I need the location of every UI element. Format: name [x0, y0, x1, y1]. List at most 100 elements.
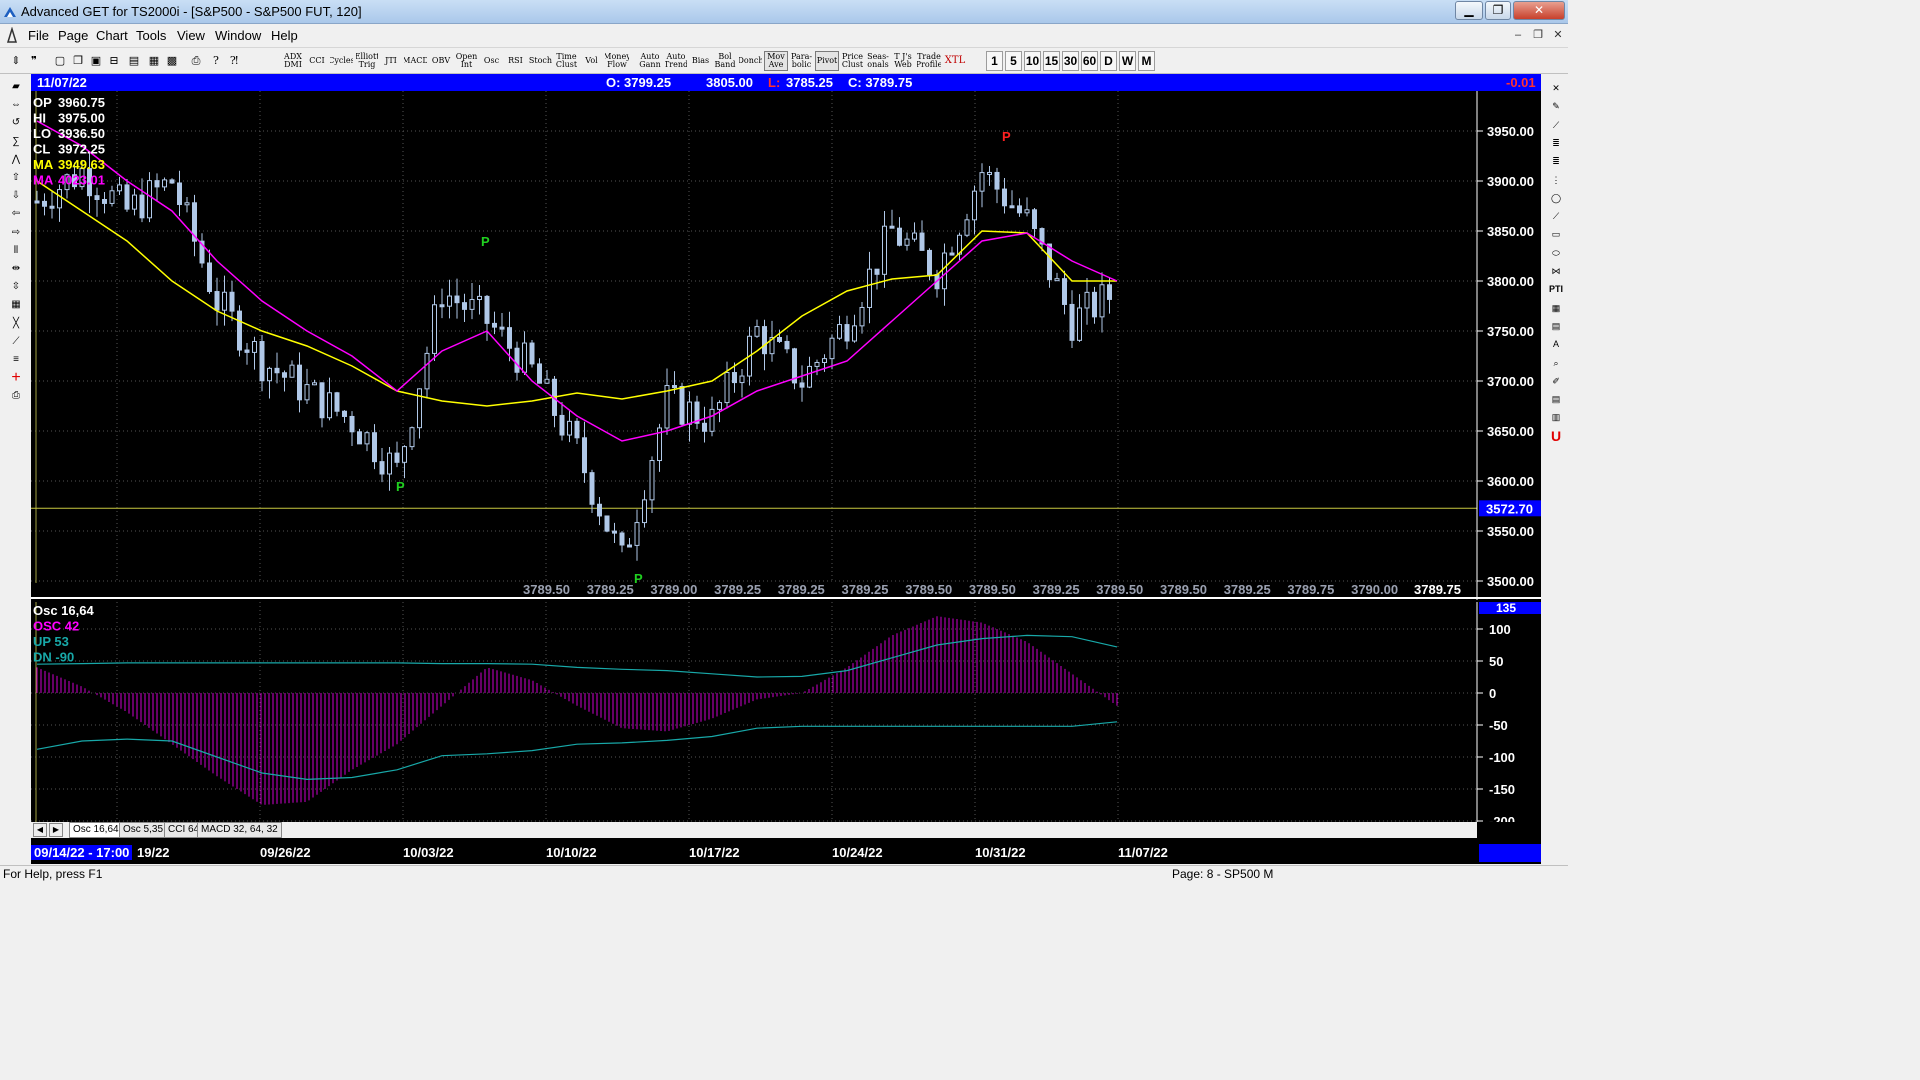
study-button[interactable]: Osc — [480, 51, 503, 71]
study-button[interactable]: XTL — [943, 51, 967, 71]
print-icon[interactable]: ⎙ — [4, 387, 28, 404]
study-button[interactable]: Auto Trend — [664, 51, 688, 71]
arrows-icon[interactable]: ⇔ — [4, 96, 28, 113]
u-tool-icon[interactable]: U — [1546, 428, 1566, 444]
study-button[interactable]: JTI — [380, 51, 402, 71]
study-button[interactable]: Price Clust — [840, 51, 865, 71]
menu-help[interactable]: Help — [271, 28, 298, 43]
study-button[interactable]: Time Clust — [554, 51, 579, 71]
study-button[interactable]: CCI — [306, 51, 328, 71]
tab-next-button[interactable]: ▶ — [49, 823, 63, 837]
timeframe-button[interactable]: 15 — [1043, 51, 1060, 71]
study-button[interactable]: OBV — [429, 51, 453, 71]
maximize-button[interactable]: ❐ — [1485, 1, 1511, 20]
timeframe-button[interactable]: 1 — [986, 51, 1003, 71]
timeframe-button[interactable]: 60 — [1081, 51, 1098, 71]
table-icon[interactable]: ▦ — [4, 296, 28, 313]
study-icon[interactable]: ∑ — [4, 133, 28, 150]
tab-prev-button[interactable]: ◀ — [33, 823, 47, 837]
left-arrow-icon[interactable]: ⇦ — [4, 205, 28, 222]
minimize-button[interactable]: ▁ — [1455, 1, 1483, 20]
fib-icon[interactable]: ≡ — [4, 351, 28, 368]
layout-icon[interactable]: ▤ — [126, 51, 142, 71]
document-icon[interactable] — [6, 27, 20, 43]
study-button[interactable]: Para- bolic — [789, 51, 814, 71]
fib-ext-icon[interactable]: ≣ — [1546, 153, 1566, 169]
compress-icon[interactable]: ⇳ — [4, 278, 28, 295]
mob-icon[interactable]: ▤ — [1546, 318, 1566, 334]
grid-tool-icon[interactable]: ▦ — [1546, 300, 1566, 316]
timeframe-button[interactable]: 10 — [1024, 51, 1041, 71]
menu-page[interactable]: Page — [58, 28, 88, 43]
pti-icon[interactable]: PTI — [1546, 281, 1566, 297]
menu-chart[interactable]: Chart — [96, 28, 128, 43]
study-button[interactable]: Cycles — [329, 51, 354, 71]
mdi-restore-button[interactable]: ❐ — [1529, 27, 1547, 44]
study-button[interactable]: Open Int — [454, 51, 479, 71]
price-chart[interactable]: P P P P OP 3960.75 HI 3975.00 LO 3936.50 CL 3972.25… — [31, 91, 1541, 600]
timeframe-button[interactable]: W — [1119, 51, 1136, 71]
study-button[interactable]: Vol — [580, 51, 603, 71]
bars-icon[interactable]: ⫴ — [4, 242, 28, 259]
study-button[interactable]: Bias — [689, 51, 712, 71]
tab-osc-5-35[interactable]: Osc 5,35 — [119, 822, 168, 838]
close-button[interactable]: ✕ — [1513, 1, 1565, 20]
study-button[interactable]: Mov Ave — [764, 51, 788, 71]
gann-icon[interactable]: ⟋ — [4, 333, 28, 350]
study-button[interactable]: T J's Web — [891, 51, 915, 71]
study-button[interactable]: Trade Profile — [916, 51, 942, 71]
layers-icon[interactable]: ▤ — [1546, 391, 1566, 407]
menu-file[interactable]: File — [28, 28, 49, 43]
fib-ret-icon[interactable]: ≣ — [1546, 135, 1566, 151]
menu-window[interactable]: Window — [215, 28, 261, 43]
right-arrow-icon[interactable]: ⇨ — [4, 224, 28, 241]
mdi-minimize-button[interactable]: – — [1509, 27, 1527, 44]
line-tool-icon[interactable]: ⟋ — [1546, 117, 1566, 133]
crosshair-icon[interactable]: + — [4, 369, 28, 386]
study-button[interactable]: Auto Gann — [637, 51, 663, 71]
pattern-tool-icon[interactable]: ⋈ — [1546, 263, 1566, 279]
rect-tool-icon[interactable]: ▭ — [1546, 226, 1566, 242]
expand-icon[interactable]: ⇹ — [4, 260, 28, 277]
close-tool-icon[interactable]: ✕ — [1546, 80, 1566, 96]
title-bar[interactable]: Advanced GET for TS2000i - [S&P500 - S&P… — [0, 0, 1568, 24]
context-help-icon[interactable]: ⁈ — [226, 51, 242, 71]
folder-icon[interactable]: ▰ — [4, 78, 28, 95]
menu-view[interactable]: View — [177, 28, 205, 43]
pointer-icon[interactable]: ⇕ — [8, 51, 24, 71]
up-arrow-icon[interactable]: ⇧ — [4, 169, 28, 186]
study-button[interactable]: ADX DMI — [281, 51, 305, 71]
tile-icon[interactable]: ▩ — [164, 51, 180, 71]
timeframe-button[interactable]: 30 — [1062, 51, 1079, 71]
menu-tools[interactable]: Tools — [136, 28, 166, 43]
page-tool-icon[interactable]: ▥ — [1546, 409, 1566, 425]
copy-icon[interactable]: ❐ — [70, 51, 86, 71]
study-button[interactable]: Seas- onals — [866, 51, 890, 71]
study-button[interactable]: Elliott Trig — [355, 51, 379, 71]
study-button[interactable]: Stoch — [528, 51, 553, 71]
timeframe-button[interactable]: D — [1100, 51, 1117, 71]
fan-tool-icon[interactable]: ⟋ — [1546, 208, 1566, 224]
tab-osc-16-64[interactable]: Osc 16,64 — [69, 822, 123, 838]
text-tool-icon[interactable]: A — [1546, 336, 1566, 352]
new-page-icon[interactable]: ▢ — [52, 51, 68, 71]
study-button[interactable]: RSI — [504, 51, 527, 71]
print-icon[interactable]: ⎙ — [188, 51, 204, 71]
quote-icon[interactable]: ❞ — [26, 51, 42, 71]
mdi-close-button[interactable]: ✕ — [1549, 27, 1567, 44]
circle-tool-icon[interactable]: ◯ — [1546, 190, 1566, 206]
ellipse-tool-icon[interactable]: ⬭ — [1546, 245, 1566, 261]
timeframe-button[interactable]: M — [1138, 51, 1155, 71]
elliott-icon[interactable]: ⋀ — [4, 151, 28, 168]
grid-icon[interactable]: ▦ — [146, 51, 162, 71]
tab-macd[interactable]: MACD 32, 64, 32 — [197, 822, 282, 838]
study-button[interactable]: Bol Band — [713, 51, 737, 71]
paint-icon[interactable]: ✐ — [1546, 373, 1566, 389]
help-icon[interactable]: ? — [208, 51, 224, 71]
open-chart-icon[interactable]: ▣ — [88, 51, 104, 71]
timeframe-button[interactable]: 5 — [1005, 51, 1022, 71]
oscillator-chart[interactable]: Osc 16,64OSC 42UP 53DN -90 135 100 50 0 -50 -1… — [31, 602, 1541, 822]
zoom-icon[interactable]: ⌕ — [1546, 355, 1566, 371]
reset-icon[interactable]: ↺ — [4, 114, 28, 131]
fib-time-icon[interactable]: ⋮ — [1546, 172, 1566, 188]
